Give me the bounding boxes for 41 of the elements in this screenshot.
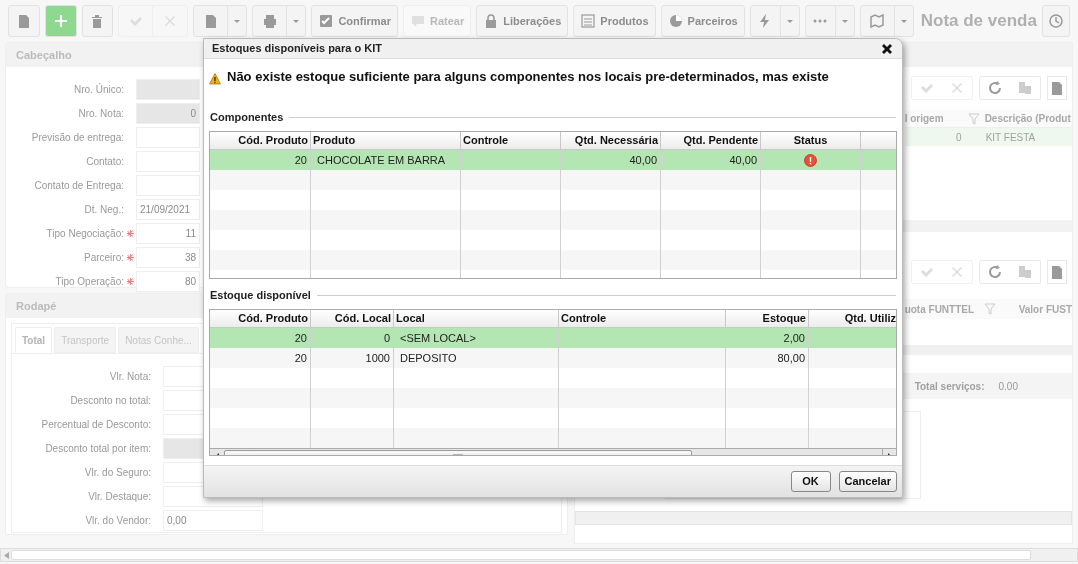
field-label: Nro. Único:	[73, 82, 124, 97]
field-label: Previsão de entrega:	[30, 130, 124, 145]
column-header: Valor FUST	[1017, 302, 1072, 317]
page-title: Nota de venda	[920, 10, 1037, 33]
section-title: Estoque disponível	[210, 287, 311, 303]
table-cell-text: 80,00	[777, 350, 805, 366]
field-label: Dt. Neg.:	[83, 202, 124, 217]
table-cell-text: 20	[294, 350, 307, 366]
field-label: Tipo Operação:	[54, 274, 124, 289]
table-cell-text: <SEM LOCAL>	[400, 330, 476, 346]
dialog-title: Estoques disponíveis para o KIT	[212, 41, 382, 57]
table-cell-text: 0	[955, 130, 962, 145]
field-label: Percentual de Desconto:	[40, 417, 151, 432]
table-cell-text: 20	[294, 330, 307, 346]
table-cell-text: 20	[294, 152, 307, 168]
table-cell-text: 40,00	[729, 152, 757, 168]
totals-value: 0.00	[998, 379, 1018, 394]
field-label: Contato:	[85, 154, 124, 169]
table-cell-text: CHOCOLATE EM BARRA	[317, 152, 446, 168]
field-label: Desconto no total:	[69, 393, 151, 408]
field-label: Vlr. Nota:	[108, 369, 151, 384]
field-label: Vlr. Destaque:	[87, 489, 151, 504]
dialog-message: Não existe estoque suficiente para alguns componentes nos locais pre-determinados, mas existe	[227, 68, 829, 86]
table-cell-text: KIT FESTA	[984, 130, 1036, 145]
section-title: Componentes	[210, 109, 284, 125]
field-label: Vlr. do Vendor:	[84, 513, 151, 528]
table-cell-text: 40,00	[629, 152, 657, 168]
table-cell-text: 1000	[365, 350, 390, 366]
field-label: Desconto total por item:	[44, 441, 151, 456]
table-cell-text: DEPOSITO	[400, 350, 457, 366]
field-label: Tipo Negociação:	[45, 226, 124, 241]
field-label: Contato de Entrega:	[33, 178, 124, 193]
table-cell-text: 0	[383, 330, 390, 346]
totals-label: Total serviços:	[914, 379, 985, 394]
column-header: uota FUNTTEL	[904, 302, 976, 317]
column-header: l origem	[904, 112, 945, 126]
table-cell-text: 2,00	[783, 330, 805, 346]
column-header: Descrição (Produt	[983, 112, 1071, 126]
field-label: Vlr. do Seguro:	[83, 465, 151, 480]
field-label: Parceiro:	[83, 250, 124, 265]
field-label: Nro. Nota:	[77, 106, 124, 121]
